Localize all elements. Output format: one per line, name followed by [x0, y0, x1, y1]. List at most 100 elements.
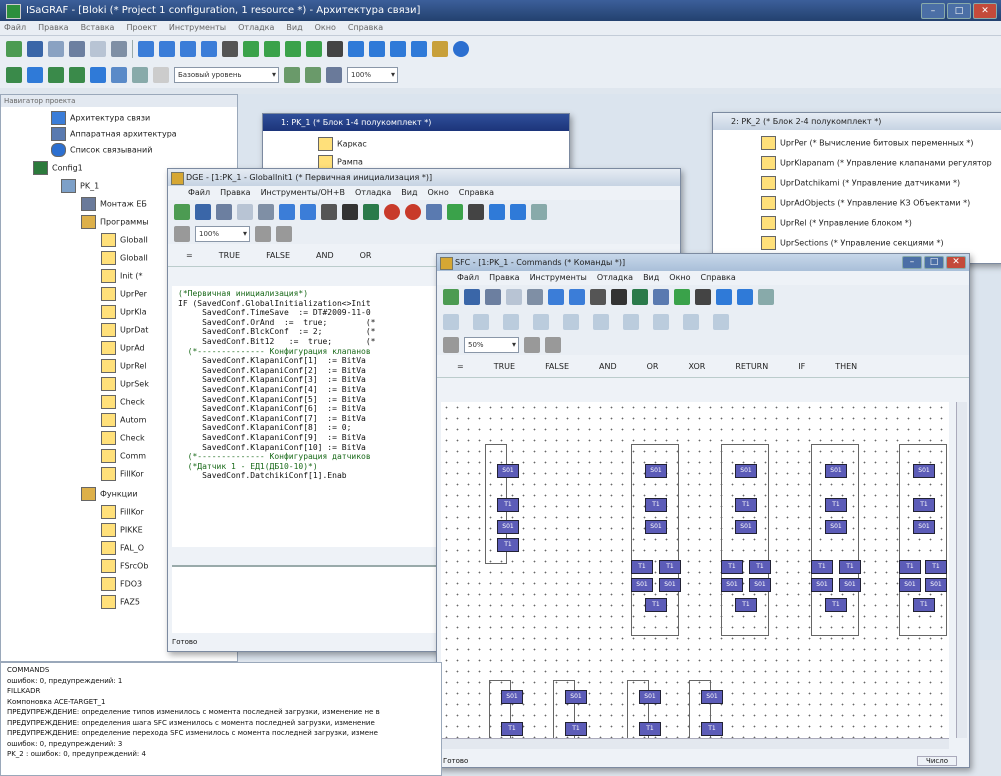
op-assign[interactable]: = — [457, 362, 464, 371]
pk1-window[interactable]: 1: PK_1 (* Блок 1-4 полукомплект *) Карк… — [262, 113, 570, 175]
tree-item[interactable]: PK_1 — [61, 179, 99, 193]
paste-icon[interactable] — [527, 289, 543, 305]
list-item[interactable]: Рампа — [318, 155, 363, 169]
sfc-zoom-select[interactable]: 50% — [464, 337, 519, 353]
tree-item[interactable]: FDO3 — [101, 577, 142, 591]
redo-icon[interactable] — [300, 204, 316, 220]
op-or[interactable]: OR — [647, 362, 659, 371]
debug-step-icon[interactable] — [348, 41, 364, 57]
align-icon[interactable] — [545, 337, 561, 353]
sfc-transition[interactable]: T1 — [497, 498, 519, 512]
step-icon[interactable] — [489, 204, 505, 220]
filter-icon[interactable] — [411, 41, 427, 57]
sfc-step[interactable]: S01 — [645, 464, 667, 478]
sfc-transition[interactable]: T1 — [721, 560, 743, 574]
tree-item[interactable]: UprDat — [101, 323, 148, 337]
outdent-icon[interactable] — [276, 226, 292, 242]
back-icon[interactable] — [180, 41, 196, 57]
tree-item[interactable]: GlobalI — [101, 233, 148, 247]
sfc-step[interactable]: S01 — [913, 520, 935, 534]
resource-icon[interactable] — [90, 67, 106, 83]
transition-tool-icon[interactable] — [503, 314, 519, 330]
menu-view[interactable]: Вид — [643, 271, 659, 285]
compile-icon[interactable] — [447, 204, 463, 220]
sfc-transition[interactable]: T1 — [825, 598, 847, 612]
stop-icon[interactable] — [327, 41, 343, 57]
tree-item[interactable]: Функции — [81, 487, 138, 501]
stop-icon[interactable] — [695, 289, 711, 305]
compile-icon[interactable] — [674, 289, 690, 305]
menu-window[interactable]: Окно — [669, 271, 690, 285]
menu-edit[interactable]: Правка — [220, 186, 250, 200]
maximize-button[interactable]: □ — [947, 3, 971, 19]
redo-icon[interactable] — [569, 289, 585, 305]
record-icon[interactable] — [405, 204, 421, 220]
output-log[interactable]: COMMANDS ошибок: 0, предупреждений: 1 FI… — [1, 663, 441, 762]
op-or[interactable]: OR — [360, 251, 372, 260]
sfc-step[interactable]: S01 — [899, 578, 921, 592]
variables-icon[interactable] — [426, 204, 442, 220]
indent-icon[interactable] — [255, 226, 271, 242]
sfc-transition[interactable]: T1 — [899, 560, 921, 574]
tree-item[interactable]: Список связываний — [51, 143, 152, 157]
menu-tools[interactable]: Инструменты/ОН+В — [261, 186, 345, 200]
layout-icon[interactable] — [305, 67, 321, 83]
menu-tools[interactable]: Инструменты — [530, 271, 587, 285]
menu-debug[interactable]: Отладка — [355, 186, 391, 200]
undo-icon[interactable] — [548, 289, 564, 305]
binoculars-icon[interactable] — [611, 289, 627, 305]
parallel-tool-icon[interactable] — [593, 314, 609, 330]
menu-edit[interactable]: Правка — [489, 271, 519, 285]
menu-file[interactable]: Файл — [457, 271, 479, 285]
sfc-transition[interactable]: T1 — [639, 722, 661, 736]
menu-view[interactable]: Вид — [286, 21, 302, 35]
sfc-transition[interactable]: T1 — [631, 560, 653, 574]
list-item[interactable]: UprPer (* Вычисление битовых переменных … — [761, 136, 974, 150]
level-select[interactable]: Базовый уровень — [174, 67, 279, 83]
tree-item[interactable]: Init (* — [101, 269, 142, 283]
tree-item[interactable]: UprSek — [101, 377, 149, 391]
tree-item[interactable]: UprKla — [101, 305, 147, 319]
menu-help[interactable]: Справка — [701, 271, 736, 285]
arrow-icon[interactable] — [27, 67, 43, 83]
sfc-horizontal-scrollbar[interactable] — [441, 738, 949, 749]
binoculars-icon[interactable] — [342, 204, 358, 220]
tree-item[interactable]: Аппаратная архитектура — [51, 127, 177, 141]
sfc-transition[interactable]: T1 — [659, 560, 681, 574]
menu-view[interactable]: Вид — [401, 186, 417, 200]
globe-icon[interactable] — [453, 41, 469, 57]
copy-icon[interactable] — [237, 204, 253, 220]
divergence-tool-icon[interactable] — [533, 314, 549, 330]
maximize-button[interactable]: □ — [924, 256, 944, 269]
op-and[interactable]: AND — [316, 251, 334, 260]
cut-icon[interactable] — [69, 41, 85, 57]
op-assign[interactable]: = — [186, 251, 193, 260]
zoom-icon[interactable] — [531, 204, 547, 220]
menu-debug[interactable]: Отладка — [238, 21, 274, 35]
sfc-step[interactable]: S01 — [639, 690, 661, 704]
menu-help[interactable]: Справка — [459, 186, 494, 200]
sfc-step[interactable]: S01 — [825, 520, 847, 534]
zoom-icon[interactable] — [758, 289, 774, 305]
op-xor[interactable]: XOR — [688, 362, 705, 371]
convergence-tool-icon[interactable] — [563, 314, 579, 330]
print-icon[interactable] — [321, 204, 337, 220]
save-icon[interactable] — [464, 289, 480, 305]
jump-tool-icon[interactable] — [623, 314, 639, 330]
tree-item[interactable]: Программы — [81, 215, 149, 229]
sfc-step[interactable]: S01 — [645, 520, 667, 534]
st-editor-title[interactable]: DGE - [1:PK_1 - GlobalInit1 (* Первичная… — [168, 169, 680, 186]
paste-icon[interactable] — [258, 204, 274, 220]
save-icon[interactable] — [27, 41, 43, 57]
menu-edit[interactable]: Правка — [38, 21, 68, 35]
list-item[interactable]: UprDatchikami (* Управление датчиками *) — [761, 176, 960, 190]
tree-item[interactable]: Comm — [101, 449, 146, 463]
sfc-step[interactable]: S01 — [825, 464, 847, 478]
network-icon[interactable] — [6, 67, 22, 83]
sfc-transition[interactable]: T1 — [825, 498, 847, 512]
list-item[interactable]: UprRel (* Управление блоком *) — [761, 216, 912, 230]
tree-item[interactable]: UprAd — [101, 341, 145, 355]
pk2-window-title[interactable]: 2: PK_2 (* Блок 2-4 полукомплект *) — [713, 113, 1001, 130]
menu-file[interactable]: Файл — [188, 186, 210, 200]
sfc-step[interactable]: S01 — [497, 464, 519, 478]
